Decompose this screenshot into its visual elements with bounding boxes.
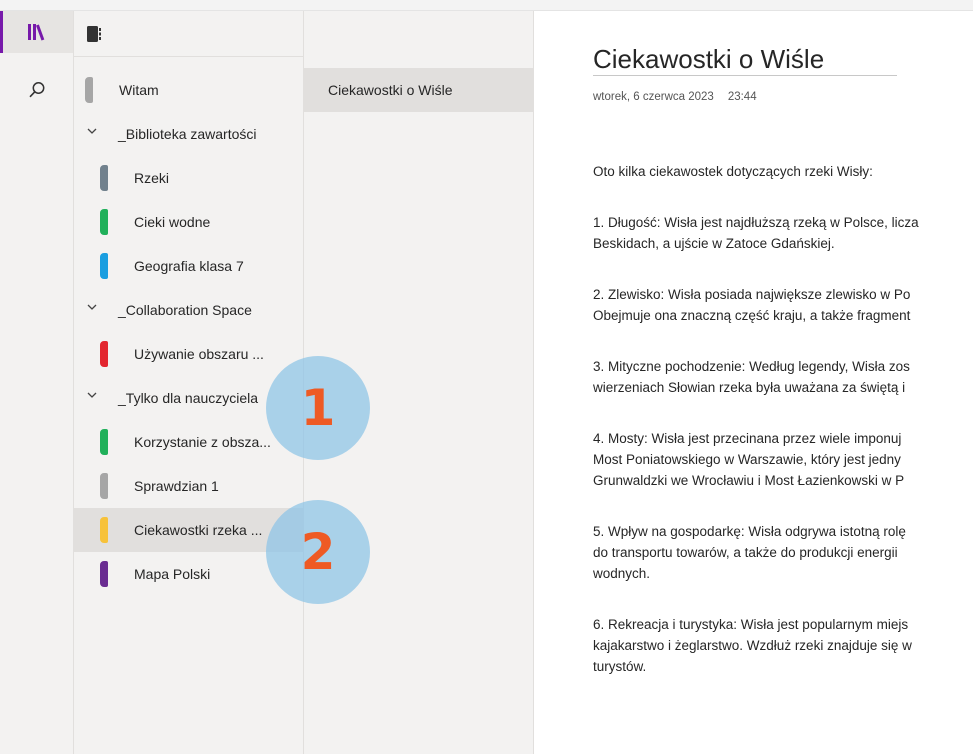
navigation-rail [0,11,74,754]
callout-number: 2 [300,523,336,581]
section-color-tab [100,253,108,279]
callout-marker-1: 1 [266,356,370,460]
body-line: Most Poniatowskiego w Warszawie, który j… [593,452,901,467]
window-top-strip [0,0,973,11]
body-line: 1. Długość: Wisła jest najdłuższą rzeką … [593,215,919,230]
section-label: _Tylko dla nauczyciela [118,390,259,406]
body-line: Obejmuje ona znaczną część kraju, a takż… [593,308,911,323]
section-label: Sprawdzian 1 [134,478,219,494]
notebooks-icon [27,24,44,41]
section-item-0[interactable]: Witam [74,68,303,112]
callout-number: 1 [300,379,336,437]
page-date: wtorek, 6 czerwca 2023 [593,91,714,103]
section-color-tab [100,341,108,367]
section-color-tab [100,473,108,499]
body-line: 6. Rekreacja i turystyka: Wisła jest pop… [593,617,909,632]
body-paragraph: 5. Wpływ na gospodarkę: Wisła odgrywa is… [593,521,973,584]
body-paragraph: 1. Długość: Wisła jest najdłuższą rzeką … [593,212,973,254]
search-icon [28,82,44,98]
body-paragraph: 2. Zlewisko: Wisła posiada największe zl… [593,284,973,326]
body-line: 4. Mosty: Wisła jest przecinana przez wi… [593,431,902,446]
section-item-4[interactable]: Geografia klasa 7 [74,244,303,288]
page-item-label: Ciekawostki o Wiśle [328,82,453,98]
notebook-icon [87,25,101,42]
section-group-1[interactable]: _Biblioteka zawartości [74,112,303,156]
section-item-9[interactable]: Sprawdzian 1 [74,464,303,508]
title-underline [593,75,897,76]
section-color-tab [100,517,108,543]
body-paragraph: Oto kilka ciekawostek dotyczących rzeki … [593,161,973,182]
section-label: _Biblioteka zawartości [118,126,257,142]
section-color-tab [100,209,108,235]
page-time: 23:44 [727,91,757,103]
section-color-tab [100,561,108,587]
body-paragraph: 4. Mosty: Wisła jest przecinana przez wi… [593,428,973,491]
notebooks-button[interactable] [0,11,73,53]
page-body[interactable]: Oto kilka ciekawostek dotyczących rzeki … [593,161,973,707]
body-line: 5. Wpływ na gospodarkę: Wisła odgrywa is… [593,524,906,539]
section-group-5[interactable]: _Collaboration Space [74,288,303,332]
section-label: Witam [119,82,159,98]
body-paragraph: 6. Rekreacja i turystyka: Wisła jest pop… [593,614,973,677]
body-line: wodnych. [593,566,651,581]
section-label: Korzystanie z obsza... [134,434,271,450]
chevron-down-icon[interactable] [85,388,99,402]
body-line: kajakarstwo i żeglarstwo. Wzdłuż rzeki z… [593,638,912,653]
section-item-2[interactable]: Rzeki [74,156,303,200]
section-label: Cieki wodne [134,214,211,230]
body-paragraph: 3. Mityczne pochodzenie: Według legendy,… [593,356,973,398]
section-item-6[interactable]: Używanie obszaru ... [74,332,303,376]
sections-pane: Witam _Biblioteka zawartości Rzeki Cieki wo… [74,11,304,754]
section-color-tab [100,429,108,455]
search-button[interactable] [0,69,73,111]
body-line: Oto kilka ciekawostek dotyczących rzeki … [593,164,873,179]
body-line: turystów. [593,659,647,674]
page-canvas[interactable]: Ciekawostki o Wiśle wtorek, 6 czerwca 20… [534,11,973,754]
body-line: Grunwaldzki we Wrocławiu i Most Łazienko… [593,473,905,488]
callout-marker-2: 2 [266,500,370,604]
page-title[interactable]: Ciekawostki o Wiśle [593,44,824,75]
notebook-header[interactable] [74,11,303,57]
body-line: do transportu towarów, a także do produk… [593,545,898,560]
section-label: Mapa Polski [134,566,211,582]
section-color-tab [85,77,93,103]
section-label: Używanie obszaru ... [134,346,264,362]
section-label: Ciekawostki rzeka ... [134,522,263,538]
body-line: 3. Mityczne pochodzenie: Według legendy,… [593,359,910,374]
section-list: Witam _Biblioteka zawartości Rzeki Cieki wo… [74,68,303,596]
chevron-down-icon[interactable] [85,300,99,314]
body-line: wierzeniach Słowian rzeka była uważana z… [593,380,906,395]
section-item-3[interactable]: Cieki wodne [74,200,303,244]
page-timestamp: wtorek, 6 czerwca 2023 23:44 [593,91,757,103]
page-item-ciekawostki-o-wisle[interactable]: Ciekawostki o Wiśle [304,68,533,112]
body-line: Beskidach, a ujście w Zatoce Gdańskiej. [593,236,835,251]
body-line: 2. Zlewisko: Wisła posiada największe zl… [593,287,911,302]
chevron-down-icon[interactable] [85,124,99,138]
section-color-tab [100,165,108,191]
section-label: Geografia klasa 7 [134,258,244,274]
section-label: _Collaboration Space [118,302,252,318]
section-label: Rzeki [134,170,170,186]
